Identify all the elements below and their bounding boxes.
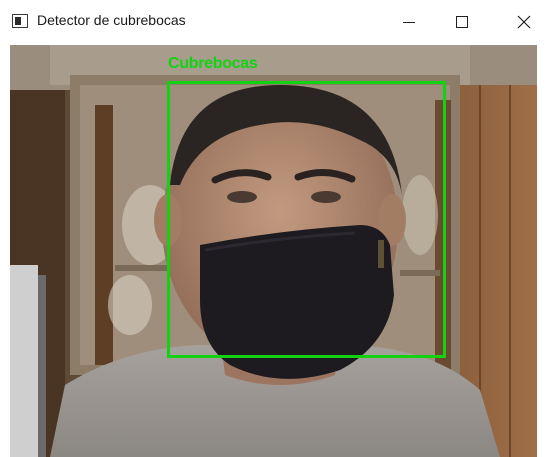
app-window: Detector de cubrebocas Cubrebocas [0, 0, 547, 457]
minimize-button[interactable] [386, 0, 432, 44]
app-icon [12, 14, 28, 28]
detection-label: Cubrebocas [168, 55, 258, 72]
minimize-icon [403, 21, 415, 23]
window-title: Detector de cubrebocas [37, 12, 186, 28]
close-icon [517, 15, 531, 29]
maximize-button[interactable] [439, 0, 485, 44]
maximize-icon [456, 16, 468, 28]
camera-feed: Cubrebocas [10, 45, 537, 457]
title-bar[interactable]: Detector de cubrebocas [0, 0, 547, 44]
close-button[interactable] [501, 0, 547, 44]
detection-bounding-box [167, 81, 446, 358]
